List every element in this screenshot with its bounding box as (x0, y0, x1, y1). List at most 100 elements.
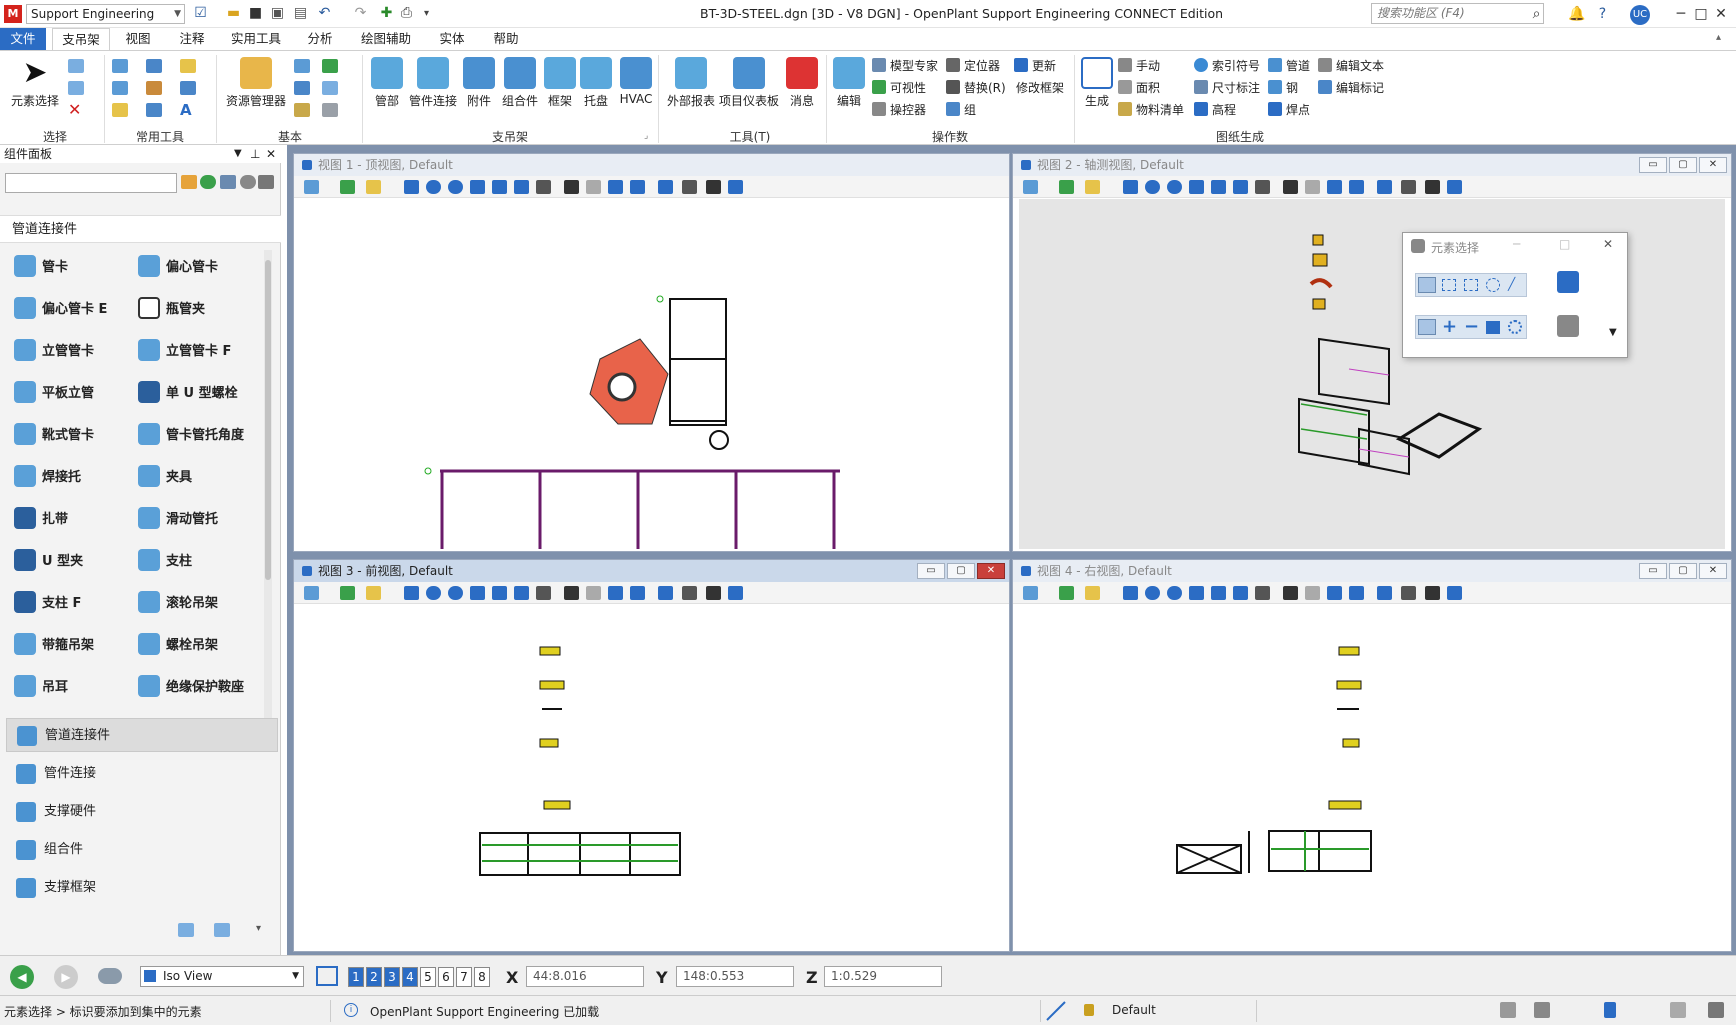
rotate-view-icon[interactable] (1233, 586, 1248, 600)
close-button[interactable]: ✕ (1706, 4, 1736, 24)
tab-help[interactable]: 帮助 (486, 28, 526, 50)
individual-select-icon[interactable] (1418, 277, 1436, 293)
list-item[interactable]: 平板立管 (14, 379, 94, 409)
scrollbar-thumb[interactable] (265, 260, 271, 580)
save-settings-icon[interactable]: ▣ (269, 5, 286, 22)
view-3-front[interactable]: 视图 3 - 前视图, Default ▭ ▢ ✕ (293, 559, 1010, 952)
locator-button[interactable]: 定位器 (946, 57, 1000, 75)
back-icon[interactable]: ◀ (10, 965, 34, 989)
category-support-hardware[interactable]: 支撑硬件 (6, 795, 278, 829)
level-icon[interactable] (294, 81, 310, 95)
view-4-canvas[interactable] (1019, 605, 1725, 949)
filter-icon[interactable] (181, 175, 197, 189)
qat-customize-icon[interactable]: ▾ (418, 5, 435, 22)
reset-clip-icon[interactable] (1447, 586, 1462, 600)
dialog-minimize-icon[interactable]: ─ (1513, 237, 1520, 251)
tab-annotate[interactable]: 注释 (172, 28, 212, 50)
pin-icon[interactable]: ✚ (378, 5, 395, 22)
fit-view-icon[interactable] (492, 586, 507, 600)
list-item[interactable]: 焊接托 (14, 463, 81, 493)
list-item[interactable]: 滚轮吊架 (138, 589, 218, 619)
category-fitting-connection[interactable]: 管件连接 (6, 757, 278, 791)
panel-scrollbar[interactable] (264, 250, 272, 720)
lighting-icon[interactable] (366, 180, 381, 194)
list-item[interactable]: 带箍吊架 (14, 631, 94, 661)
display-style-icon[interactable] (340, 586, 355, 600)
info-icon[interactable]: i (344, 1003, 358, 1017)
zoom-in-icon[interactable] (1145, 180, 1160, 194)
group-button[interactable]: 组 (946, 101, 976, 119)
project-dashboard-button[interactable]: 项目仪表板 (718, 57, 780, 109)
dialog-maximize-icon[interactable]: □ (1559, 237, 1570, 251)
view-button-4[interactable]: 4 (402, 967, 418, 987)
fitting-connect-button[interactable]: 管件连接 (406, 57, 460, 109)
pipe-part-button[interactable]: 管部 (368, 57, 406, 109)
previous-view-icon[interactable] (1327, 586, 1342, 600)
grid-icon[interactable] (180, 81, 196, 95)
lighting-icon[interactable] (1085, 586, 1100, 600)
more-icon[interactable]: ▾ (256, 923, 261, 934)
subtract-mode-icon[interactable]: − (1464, 316, 1479, 337)
edit-button[interactable]: 编辑 (832, 57, 866, 109)
list-item[interactable]: 管卡 (14, 253, 68, 283)
view-groups-icon[interactable] (316, 966, 338, 986)
view-button-8[interactable]: 8 (474, 967, 490, 987)
view-button-6[interactable]: 6 (438, 967, 454, 987)
list-item[interactable]: 吊耳 (14, 673, 68, 703)
element-selection-button[interactable]: ➤ 元素选择 (10, 57, 60, 109)
ribbon-collapse-icon[interactable]: ▴ (1716, 32, 1721, 43)
zoom-out-icon[interactable] (448, 586, 463, 600)
clip-volume-icon[interactable] (1401, 586, 1416, 600)
circle-select-icon[interactable] (1486, 278, 1500, 292)
pin-icon[interactable]: ⊥ (250, 145, 260, 163)
line-tool-icon[interactable] (112, 59, 128, 73)
clip-mask-icon[interactable] (1425, 180, 1440, 194)
view-button-5[interactable]: 5 (420, 967, 436, 987)
new-mode-icon[interactable] (1418, 319, 1436, 335)
next-view-icon[interactable] (630, 586, 645, 600)
fly-icon[interactable] (1305, 586, 1320, 600)
dimension-button[interactable]: 尺寸标注 (1194, 79, 1260, 97)
view-1-canvas[interactable] (300, 199, 1003, 549)
tab-utilities[interactable]: 实用工具 (226, 28, 286, 50)
save-icon[interactable]: ■ (247, 5, 264, 22)
previous-view-icon[interactable] (608, 180, 623, 194)
search-icon[interactable]: ⌕ (1528, 6, 1545, 23)
workflow-select[interactable]: Support Engineering ▼ (26, 4, 185, 24)
visibility-button[interactable]: 可视性 (872, 79, 926, 97)
replace-button[interactable]: 替换(R) (946, 79, 1006, 97)
zoom-out-icon[interactable] (1167, 180, 1182, 194)
display-style-icon[interactable] (340, 180, 355, 194)
compress-icon[interactable]: ▤ (292, 5, 309, 22)
tab-analyze[interactable]: 分析 (300, 28, 340, 50)
view-button-3[interactable]: 3 (384, 967, 400, 987)
references-icon[interactable] (322, 59, 338, 73)
user-avatar[interactable]: UC (1630, 5, 1650, 25)
view-1-top[interactable]: 视图 1 - 顶视图, Default (293, 153, 1010, 552)
clip-volume-icon[interactable] (682, 180, 697, 194)
clip-mask-icon[interactable] (706, 180, 721, 194)
rotate-view-icon[interactable] (1233, 180, 1248, 194)
view-attributes-icon[interactable] (304, 586, 319, 600)
update-view-icon[interactable] (1123, 180, 1138, 194)
refresh-icon[interactable] (200, 175, 216, 189)
update-view-icon[interactable] (404, 586, 419, 600)
shape-select-icon[interactable] (1464, 279, 1478, 291)
models-icon[interactable] (294, 59, 310, 73)
arc-tool-icon[interactable] (112, 81, 128, 95)
window-area-icon[interactable] (1189, 180, 1204, 194)
rectangle-icon[interactable] (146, 103, 162, 117)
ribbon-search-input[interactable]: 搜索功能区 (F4) (1371, 3, 1544, 24)
next-view-icon[interactable] (1349, 180, 1364, 194)
window-area-icon[interactable] (1189, 586, 1204, 600)
elevation-button[interactable]: 高程 (1194, 101, 1236, 119)
rotate-view-icon[interactable] (514, 180, 529, 194)
fly-icon[interactable] (586, 586, 601, 600)
category-pipe-connectors[interactable]: 管道连接件 (6, 718, 278, 752)
select-group-icon[interactable] (68, 81, 84, 95)
redo-icon[interactable]: ↷ (352, 5, 369, 22)
previous-view-icon[interactable] (1327, 180, 1342, 194)
status-icon[interactable] (1670, 1002, 1686, 1018)
x-coordinate-field[interactable]: 44:8.016 (526, 966, 644, 987)
panel-close-icon[interactable]: ✕ (266, 145, 276, 163)
